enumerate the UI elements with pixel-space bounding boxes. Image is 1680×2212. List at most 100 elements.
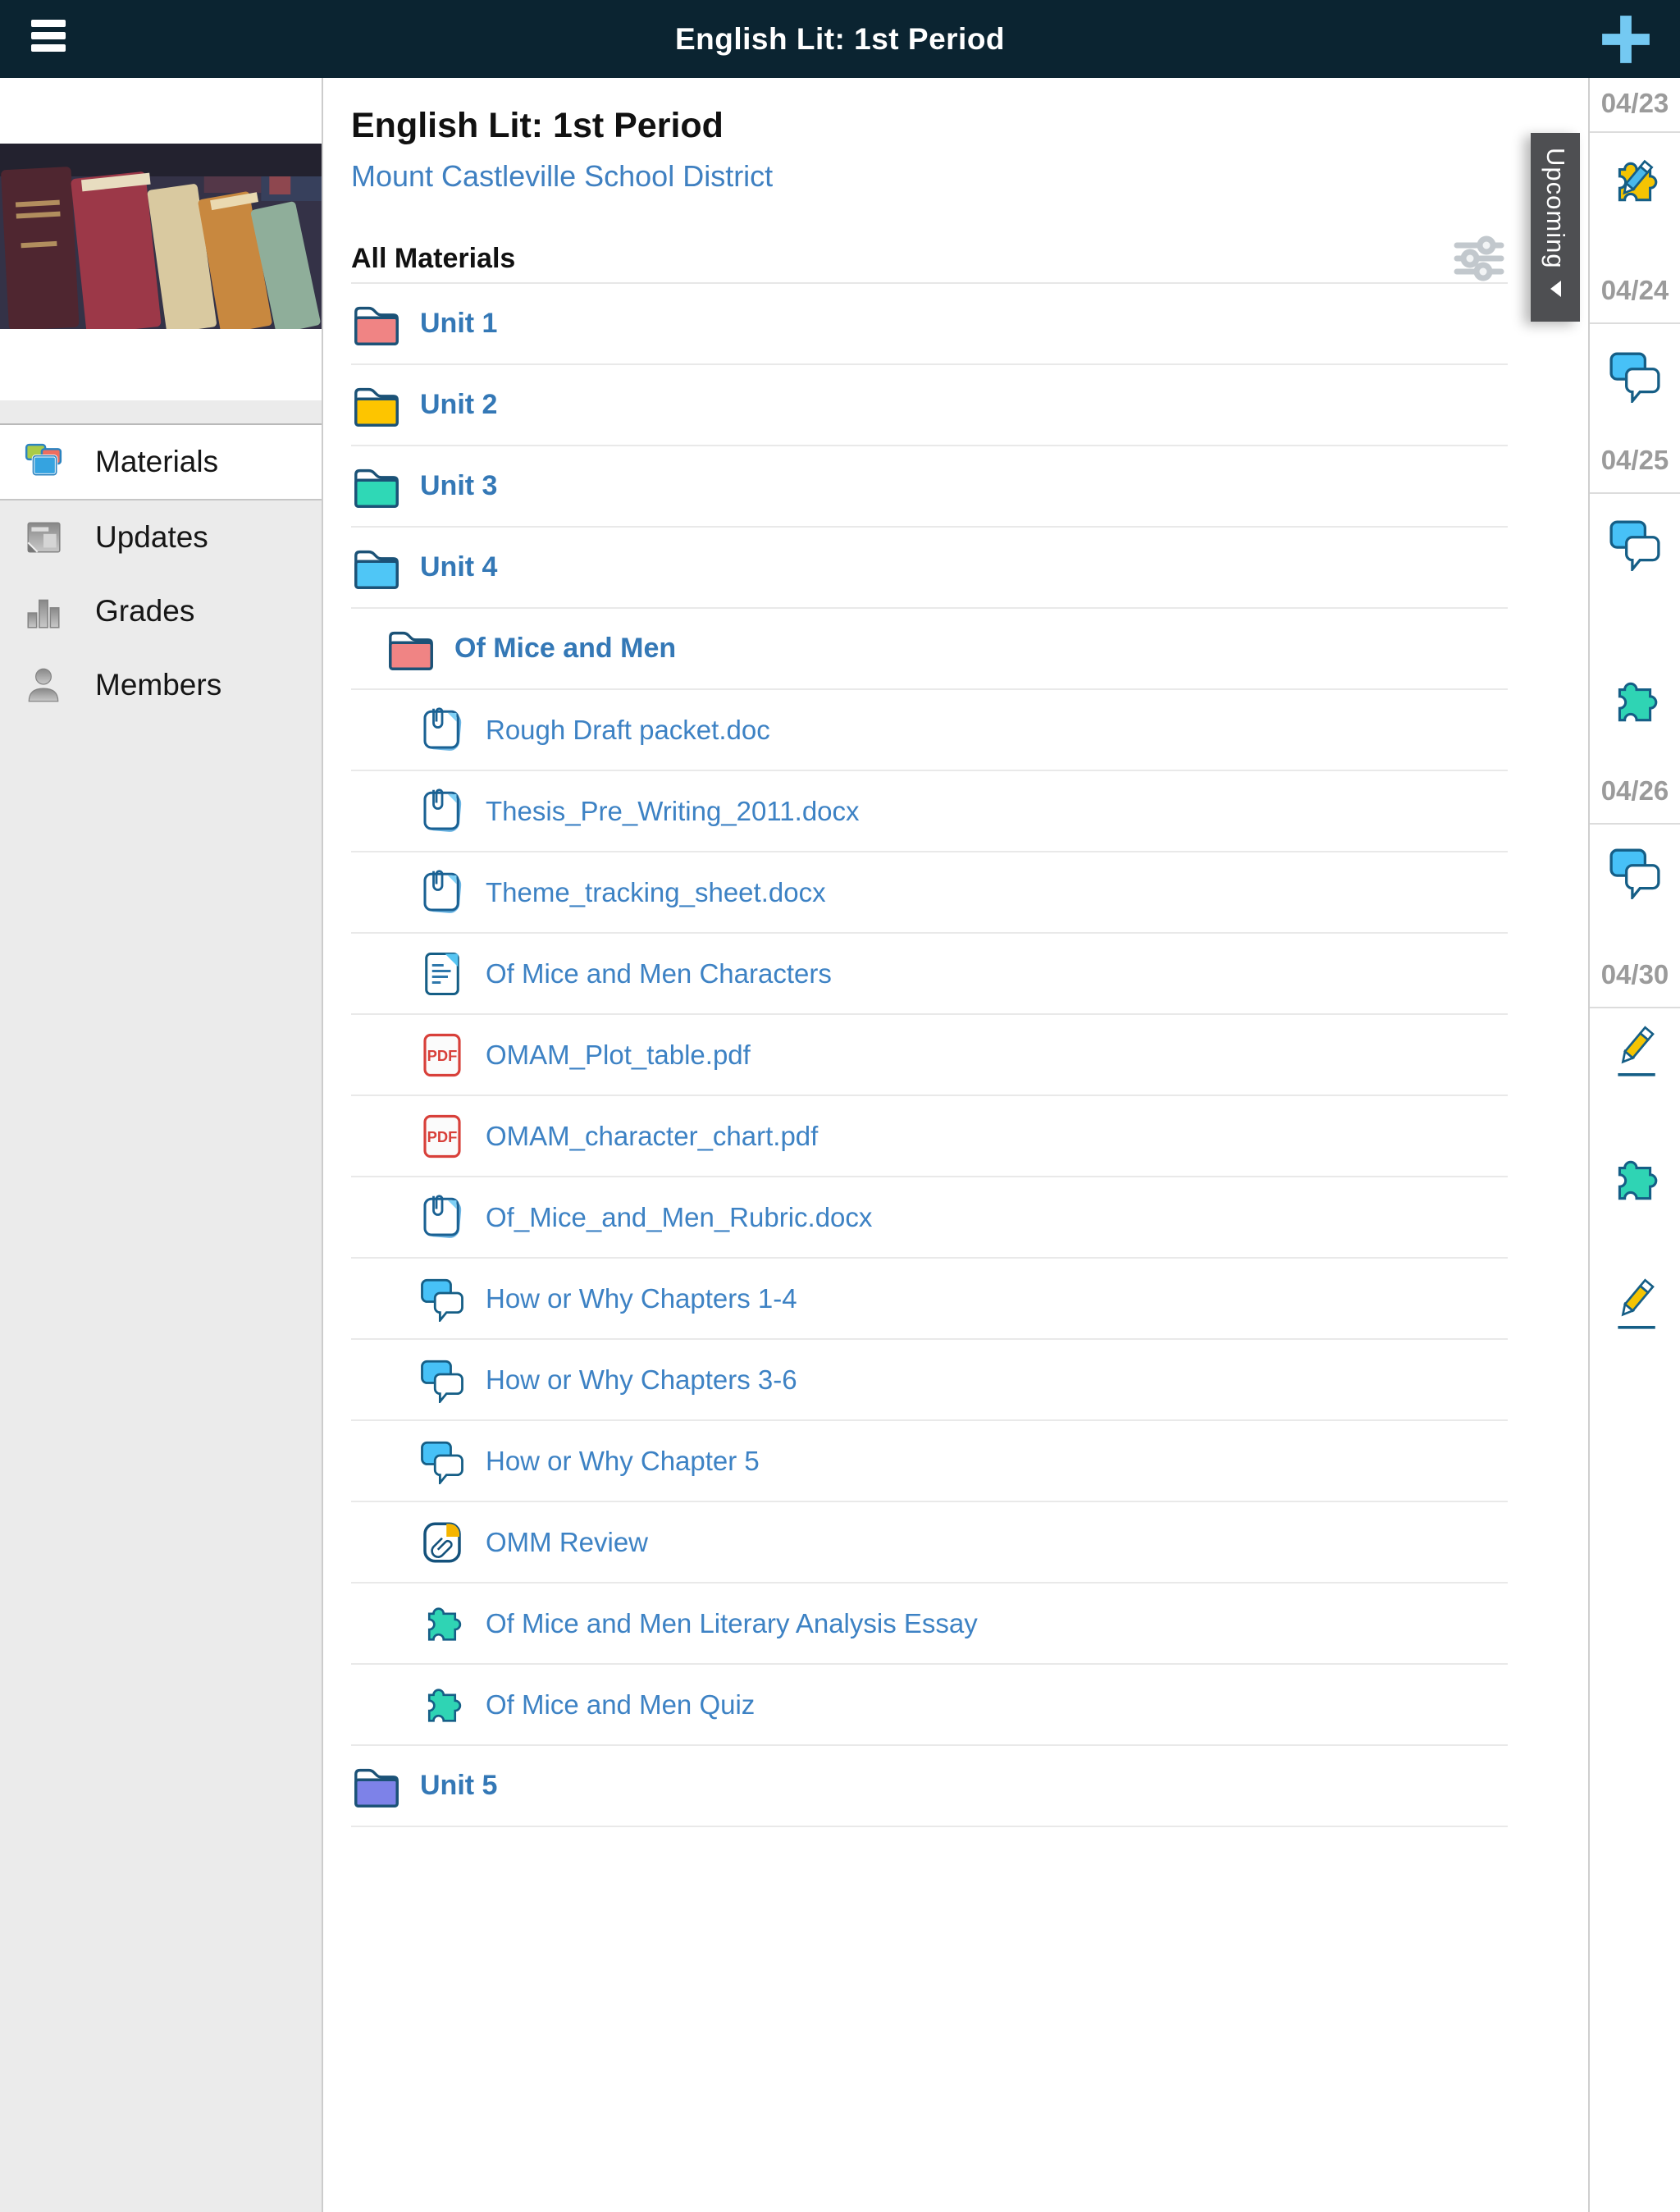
materials-item-folder[interactable]: Unit 5 bbox=[351, 1746, 1508, 1827]
page-title: English Lit: 1st Period bbox=[351, 106, 1508, 146]
materials-item-pdf[interactable]: OMAM_Plot_table.pdf bbox=[351, 1015, 1508, 1096]
document-icon bbox=[417, 870, 468, 916]
materials-item-discussion[interactable]: How or Why Chapters 1-4 bbox=[351, 1259, 1508, 1340]
folder-icon bbox=[351, 1763, 402, 1809]
document-icon bbox=[417, 788, 468, 834]
materials-item-label: Of Mice and Men Quiz bbox=[486, 1689, 755, 1721]
course-sidebar: Materials Updates Grades bbox=[0, 78, 323, 2212]
sidebar-item-grades[interactable]: Grades bbox=[0, 574, 322, 648]
sidebar-item-materials[interactable]: Materials bbox=[0, 425, 322, 500]
materials-item-assignment[interactable]: Of Mice and Men Literary Analysis Essay bbox=[351, 1584, 1508, 1665]
materials-item-label: How or Why Chapters 1-4 bbox=[486, 1283, 797, 1314]
folder-icon bbox=[351, 464, 402, 510]
folder-icon bbox=[351, 382, 402, 428]
upcoming-tab-label: Upcoming bbox=[1541, 148, 1570, 269]
pdf-icon bbox=[417, 1113, 468, 1159]
materials-item-label: How or Why Chapter 5 bbox=[486, 1446, 760, 1477]
discussion-icon bbox=[417, 1276, 468, 1322]
pencil-icon[interactable] bbox=[1608, 1278, 1662, 1332]
page-icon bbox=[417, 951, 468, 997]
materials-item-document[interactable]: Thesis_Pre_Writing_2011.docx bbox=[351, 771, 1508, 852]
materials-item-label: Of Mice and Men Literary Analysis Essay bbox=[486, 1608, 978, 1639]
filter-icon[interactable] bbox=[1450, 235, 1508, 281]
assignment-icon bbox=[417, 1601, 468, 1647]
materials-item-label: Unit 2 bbox=[420, 389, 497, 421]
folder-icon bbox=[351, 545, 402, 591]
rail-divider bbox=[1590, 492, 1680, 494]
sidebar-spacer bbox=[0, 400, 322, 425]
materials-icon bbox=[23, 441, 64, 482]
materials-item-folder[interactable]: Unit 1 bbox=[351, 284, 1508, 365]
sidebar-item-label: Updates bbox=[95, 520, 208, 555]
assignment-icon[interactable] bbox=[1608, 674, 1662, 729]
top-bar-title: English Lit: 1st Period bbox=[0, 0, 1680, 78]
district-link[interactable]: Mount Castleville School District bbox=[351, 159, 773, 194]
document-icon bbox=[417, 707, 468, 753]
materials-item-assignment[interactable]: Of Mice and Men Quiz bbox=[351, 1665, 1508, 1746]
materials-list: Unit 1 Unit 2 Unit 3 bbox=[351, 282, 1508, 1827]
sidebar-item-members[interactable]: Members bbox=[0, 648, 322, 722]
materials-item-label: OMM Review bbox=[486, 1527, 648, 1558]
upcoming-date: 04/25 bbox=[1590, 445, 1680, 476]
materials-item-discussion[interactable]: How or Why Chapter 5 bbox=[351, 1421, 1508, 1502]
materials-item-label: OMAM_character_chart.pdf bbox=[486, 1121, 818, 1152]
attachment-icon bbox=[417, 1520, 468, 1565]
materials-item-pdf[interactable]: OMAM_character_chart.pdf bbox=[351, 1096, 1508, 1177]
discussion-icon[interactable] bbox=[1608, 845, 1662, 899]
discussion-icon bbox=[417, 1357, 468, 1403]
top-bar: English Lit: 1st Period bbox=[0, 0, 1680, 78]
materials-item-page[interactable]: Of Mice and Men Characters bbox=[351, 934, 1508, 1015]
materials-item-label: Of Mice and Men Characters bbox=[486, 958, 832, 989]
materials-item-folder[interactable]: Unit 3 bbox=[351, 446, 1508, 528]
pencil-icon[interactable] bbox=[1608, 1026, 1662, 1080]
all-materials-heading: All Materials bbox=[351, 243, 515, 275]
sidebar-item-label: Grades bbox=[95, 594, 194, 628]
discussion-icon[interactable] bbox=[1608, 517, 1662, 571]
document-icon bbox=[417, 1195, 468, 1241]
upcoming-tab[interactable]: Upcoming bbox=[1531, 133, 1580, 322]
materials-item-folder[interactable]: Of Mice and Men bbox=[351, 609, 1508, 690]
rail-divider bbox=[1590, 131, 1680, 133]
materials-item-label: Rough Draft packet.doc bbox=[486, 715, 770, 746]
materials-item-document[interactable]: Rough Draft packet.doc bbox=[351, 690, 1508, 771]
materials-item-folder[interactable]: Unit 2 bbox=[351, 365, 1508, 446]
quiz-icon[interactable] bbox=[1608, 154, 1662, 208]
materials-panel: English Lit: 1st Period Mount Castlevill… bbox=[323, 78, 1588, 2212]
materials-item-label: Unit 1 bbox=[420, 308, 497, 340]
materials-item-link[interactable]: OMM Review bbox=[351, 1502, 1508, 1584]
materials-item-document[interactable]: Theme_tracking_sheet.docx bbox=[351, 852, 1508, 934]
materials-item-discussion[interactable]: How or Why Chapters 3-6 bbox=[351, 1340, 1508, 1421]
members-icon bbox=[23, 665, 64, 706]
collapse-arrow-icon bbox=[1550, 281, 1561, 297]
discussion-icon[interactable] bbox=[1608, 349, 1662, 403]
materials-item-label: Unit 3 bbox=[420, 470, 497, 502]
upcoming-rail: 04/23 04/24 04/25 04/26 04/30 bbox=[1588, 78, 1680, 2212]
materials-item-label: Of Mice and Men bbox=[454, 633, 676, 665]
upcoming-date: 04/26 bbox=[1590, 775, 1680, 807]
upcoming-date: 04/30 bbox=[1590, 959, 1680, 990]
assignment-icon[interactable] bbox=[1608, 1153, 1662, 1207]
materials-item-label: OMAM_Plot_table.pdf bbox=[486, 1040, 751, 1071]
materials-item-label: Thesis_Pre_Writing_2011.docx bbox=[486, 796, 860, 827]
folder-icon bbox=[351, 301, 402, 347]
materials-item-label: How or Why Chapters 3-6 bbox=[486, 1364, 797, 1396]
sidebar-item-label: Materials bbox=[95, 445, 218, 479]
upcoming-date: 04/24 bbox=[1590, 275, 1680, 306]
sidebar-menu: Materials Updates Grades bbox=[0, 400, 322, 2212]
materials-item-label: Theme_tracking_sheet.docx bbox=[486, 877, 826, 908]
updates-icon bbox=[23, 517, 64, 558]
materials-item-folder[interactable]: Unit 4 bbox=[351, 528, 1508, 609]
pdf-icon bbox=[417, 1032, 468, 1078]
upcoming-date: 04/23 bbox=[1590, 88, 1680, 119]
materials-item-label: Unit 4 bbox=[420, 551, 497, 583]
assignment-icon bbox=[417, 1682, 468, 1728]
sidebar-item-updates[interactable]: Updates bbox=[0, 500, 322, 574]
rail-divider bbox=[1590, 322, 1680, 324]
add-button[interactable] bbox=[1590, 3, 1662, 75]
materials-item-document[interactable]: Of_Mice_and_Men_Rubric.docx bbox=[351, 1177, 1508, 1259]
materials-item-label: Of_Mice_and_Men_Rubric.docx bbox=[486, 1202, 872, 1233]
rail-divider bbox=[1590, 1007, 1680, 1008]
materials-item-label: Unit 5 bbox=[420, 1770, 497, 1802]
folder-icon bbox=[386, 626, 436, 672]
sidebar-item-label: Members bbox=[95, 668, 221, 702]
